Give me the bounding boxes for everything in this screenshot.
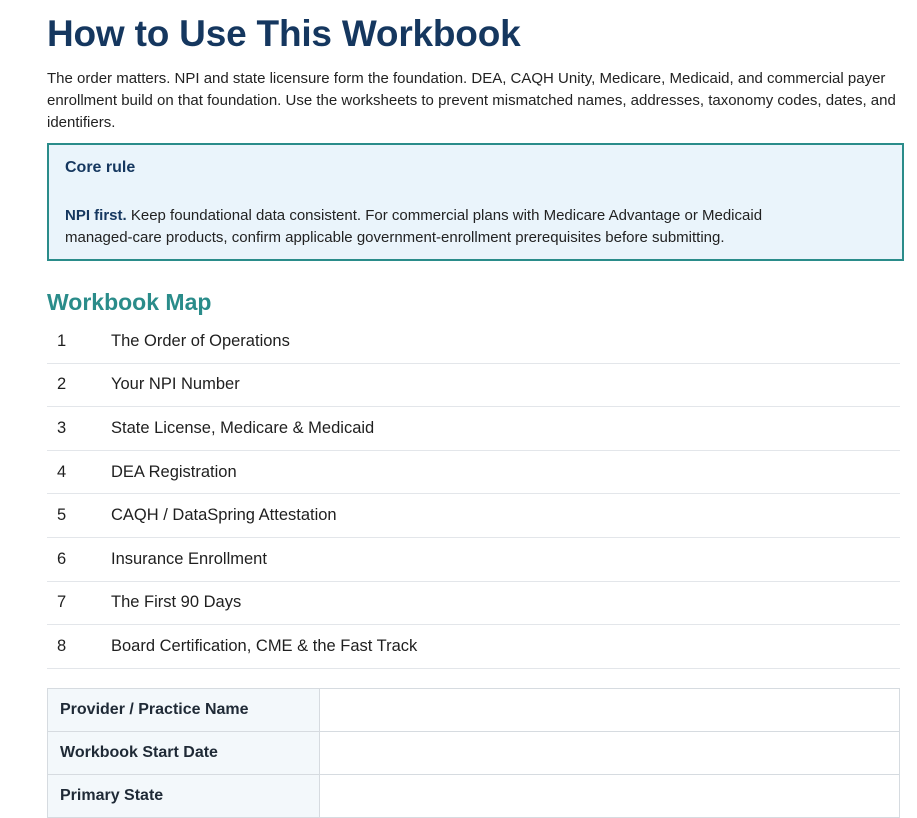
page-title: How to Use This Workbook: [47, 13, 521, 54]
map-item: 5 CAQH / DataSpring Attestation: [47, 494, 900, 538]
map-item: 3 State License, Medicare & Medicaid: [47, 407, 900, 451]
core-rule-callout: Core rule NPI first. Keep foundational d…: [47, 143, 904, 261]
map-item-number: 4: [57, 462, 67, 481]
map-item: 8 Board Certification, CME & the Fast Tr…: [47, 625, 900, 669]
primary-state-label: Primary State: [47, 773, 320, 818]
table-row: Provider / Practice Name: [47, 687, 900, 732]
map-item: 2 Your NPI Number: [47, 364, 900, 408]
start-date-label: Workbook Start Date: [47, 730, 320, 775]
provider-name-field[interactable]: [319, 687, 900, 732]
callout-lead: NPI first.: [65, 207, 127, 224]
map-item-number: 7: [57, 593, 67, 612]
map-item-label: State License, Medicare & Medicaid: [111, 418, 375, 437]
table-row: Workbook Start Date: [47, 730, 900, 775]
map-item: 6 Insurance Enrollment: [47, 538, 900, 582]
map-item-label: Board Certification, CME & the Fast Trac…: [111, 636, 418, 655]
callout-text: Keep foundational data consistent. For c…: [65, 207, 763, 246]
map-item-label: Your NPI Number: [111, 375, 240, 394]
map-item-label: The First 90 Days: [111, 593, 242, 612]
map-item-number: 6: [57, 549, 67, 568]
provider-info-table: Provider / Practice Name Workbook Start …: [47, 687, 900, 818]
map-item: 7 The First 90 Days: [47, 582, 900, 626]
map-item: 1 The Order of Operations: [47, 320, 900, 364]
map-item-number: 2: [57, 375, 67, 394]
map-item-label: CAQH / DataSpring Attestation: [111, 506, 337, 525]
map-item-number: 1: [57, 331, 67, 350]
callout-body: NPI first. Keep foundational data consis…: [65, 205, 825, 249]
workbook-map-list: 1 The Order of Operations 2 Your NPI Num…: [47, 320, 900, 669]
primary-state-field[interactable]: [319, 773, 900, 818]
map-item-label: Insurance Enrollment: [111, 549, 267, 568]
map-item-number: 5: [57, 506, 67, 525]
table-row: Primary State: [47, 773, 900, 818]
workbook-page: How to Use This Workbook The order matte…: [47, 0, 904, 818]
map-item-label: The Order of Operations: [111, 331, 290, 350]
workbook-map-title: Workbook Map: [47, 289, 212, 315]
callout-title: Core rule: [65, 159, 136, 176]
intro-paragraph: The order matters. NPI and state licensu…: [47, 70, 896, 131]
map-item-label: DEA Registration: [111, 462, 237, 481]
map-item: 4 DEA Registration: [47, 451, 900, 495]
provider-name-label: Provider / Practice Name: [47, 687, 320, 732]
map-item-number: 3: [57, 418, 67, 437]
start-date-field[interactable]: [319, 730, 900, 775]
map-item-number: 8: [57, 636, 67, 655]
